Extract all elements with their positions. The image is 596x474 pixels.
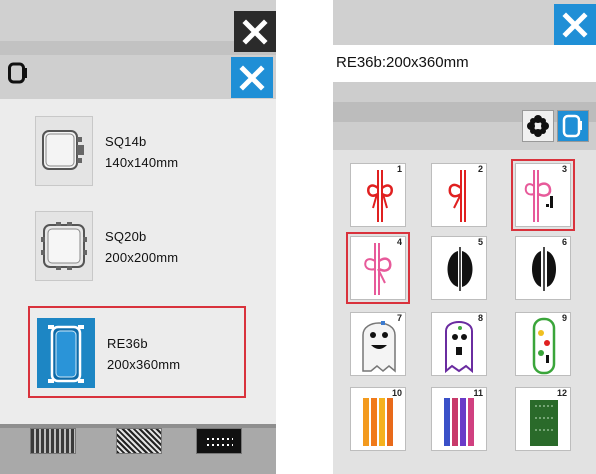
flower-button[interactable] [522,110,554,142]
hoop-size: 140x140mm [105,155,179,170]
pattern-cell-2[interactable]: 2 [431,163,487,227]
square-hoop-icon [41,222,87,270]
bottle-pattern-icon [532,317,556,375]
lace-pattern-icon [447,247,473,291]
stitch-pattern-icon [530,400,558,446]
hoop-selection-panel: SQ14b 140x140mm SQ20b 200x200mm RE36b 20… [0,0,276,474]
pattern-cell-10[interactable]: 10 [350,387,406,451]
hoop-title: RE36b:200x360mm [333,45,596,82]
close-button[interactable] [554,4,596,45]
hoop-item-re36b[interactable]: RE36b 200x360mm [28,306,246,398]
pattern-cell-5[interactable]: 5 [431,236,487,300]
pattern-selection-panel: RE36b:200x360mm 1 2 3 4 5 6 7 8 9 10 11 … [333,0,596,474]
bow-pattern-icon [524,170,553,222]
hoop-item-sq20b[interactable]: SQ20b 200x200mm [28,201,246,293]
stitch-pattern-icon [363,398,393,446]
pattern-cell-12[interactable]: 12 [515,387,571,451]
hoop-frame-icon [562,114,582,138]
bow-pattern-icon [448,170,466,222]
hoop-item-sq14b[interactable]: SQ14b 140x140mm [28,106,246,198]
hoop-frame-icon [8,62,27,84]
pattern-cell-11[interactable]: 11 [431,387,487,451]
close-button-dark[interactable] [234,11,276,52]
hoop-frame-button[interactable] [557,110,589,142]
ghost-pattern-icon [362,321,396,373]
ghost-pattern-icon [445,321,473,374]
pattern-tab-2[interactable] [116,428,162,454]
rectangular-hoop-icon [48,325,84,383]
hoop-size: 200x200mm [105,250,179,265]
flower-icon [527,115,549,137]
pattern-tab-3[interactable] [196,428,242,454]
hoop-size: 200x360mm [107,357,181,372]
hoop-name: SQ20b [105,229,147,244]
pattern-cell-8[interactable]: 8 [431,312,487,376]
close-icon [239,64,265,91]
hoop-name: SQ14b [105,134,147,149]
pattern-cell-7[interactable]: 7 [350,312,406,376]
pattern-cell-1[interactable]: 1 [350,163,406,227]
hoop-name: RE36b [107,336,148,351]
pattern-cell-4[interactable]: 4 [346,232,410,304]
hoop-thumbnail [35,211,93,281]
close-button[interactable] [231,57,273,98]
stitch-pattern-icon [444,398,474,446]
pattern-cell-3[interactable]: 3 [511,159,575,231]
bow-pattern-icon [364,243,392,295]
hoop-thumbnail [37,318,95,388]
hoop-thumbnail [35,116,93,186]
close-icon [242,18,268,45]
square-hoop-icon [42,130,84,170]
lace-pattern-icon [532,247,556,291]
pattern-tab-1[interactable] [30,428,76,454]
pattern-cell-9[interactable]: 9 [515,312,571,376]
bow-pattern-icon [367,170,393,222]
pattern-cell-6[interactable]: 6 [515,236,571,300]
close-icon [562,11,588,38]
